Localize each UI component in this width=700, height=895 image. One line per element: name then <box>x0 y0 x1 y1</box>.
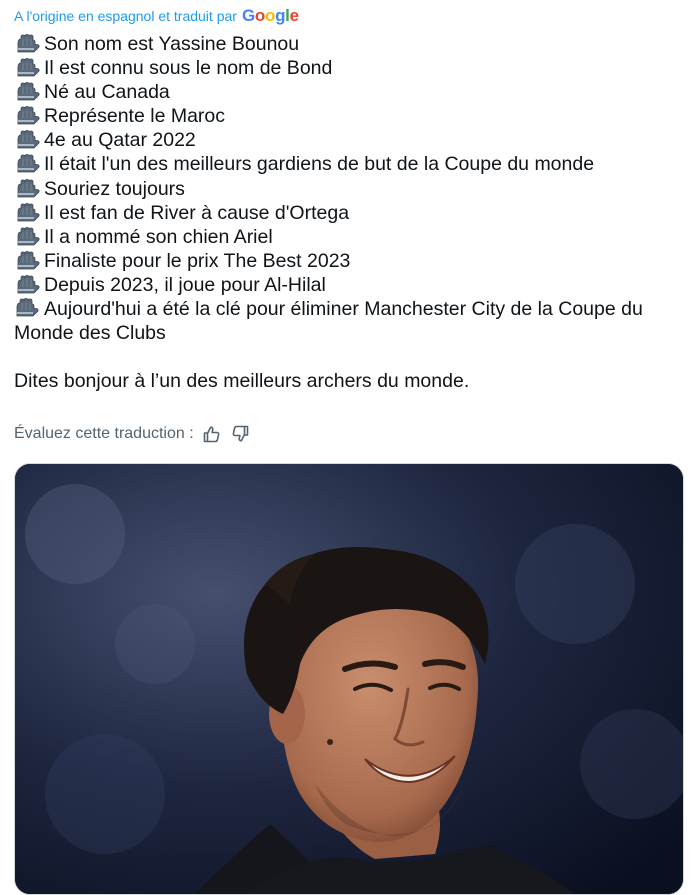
list-item-text: Représente le Maroc <box>44 105 226 128</box>
player-portrait-image <box>15 464 683 894</box>
goalkeeper-glove-icon <box>14 104 44 128</box>
list-item-text: Né au Canada <box>44 81 170 104</box>
list-item-text: Son nom est Yassine Bounou <box>44 33 300 55</box>
list-item: Il est connu sous le nom de Bond <box>14 56 690 80</box>
list-item-text: Aujourd'hui a été la clé pour éliminer M… <box>14 298 643 345</box>
list-item: Il est fan de River à cause d'Ortega <box>14 201 690 225</box>
list-item: Il était l'un des meilleurs gardiens de … <box>14 152 690 176</box>
list-item-text: Finaliste pour le prix The Best 2023 <box>44 249 351 272</box>
goalkeeper-glove-icon <box>14 249 44 273</box>
tweet-outro: Dites bonjour à l’un des meilleurs arche… <box>14 370 470 393</box>
list-item-text: Il a nommé son chien Ariel <box>44 225 273 248</box>
list-item: 4e au Qatar 2022 <box>14 128 690 152</box>
list-item: Il a nommé son chien Ariel <box>14 225 690 249</box>
tweet-text: Son nom est Yassine Bounou Il est connu … <box>14 32 690 393</box>
list-item-text: Depuis 2023, il joue pour Al-Hilal <box>44 273 326 296</box>
goalkeeper-glove-icon <box>14 80 44 104</box>
rating-label: Évaluez cette traduction : <box>14 425 194 442</box>
thumbs-down-icon[interactable] <box>230 424 250 444</box>
thumbs-up-icon[interactable] <box>202 424 222 444</box>
list-item: Son nom est Yassine Bounou <box>14 32 690 56</box>
list-item-text: Il était l'un des meilleurs gardiens de … <box>44 153 595 176</box>
translation-label: A l'origine en espagnol et traduit par <box>14 7 237 24</box>
list-item: Né au Canada <box>14 80 690 104</box>
goalkeeper-glove-icon <box>14 225 44 249</box>
list-item-text: Il est connu sous le nom de Bond <box>44 57 333 80</box>
list-item-text: 4e au Qatar 2022 <box>44 129 196 152</box>
goalkeeper-glove-icon <box>14 128 44 152</box>
goalkeeper-glove-icon <box>14 152 44 176</box>
goalkeeper-glove-icon <box>14 273 44 297</box>
goalkeeper-glove-icon <box>14 177 44 201</box>
list-item-text: Il est fan de River à cause d'Ortega <box>44 201 350 224</box>
tweet-photo[interactable] <box>14 463 684 895</box>
list-item-text: Souriez toujours <box>44 177 185 200</box>
goalkeeper-glove-icon <box>14 56 44 80</box>
google-logo: Google <box>241 6 299 25</box>
list-item: Représente le Maroc <box>14 104 690 128</box>
list-item: Aujourd'hui a été la clé pour éliminer M… <box>14 297 690 345</box>
list-item: Depuis 2023, il joue pour Al-Hilal <box>14 273 690 297</box>
goalkeeper-glove-icon <box>14 298 40 318</box>
goalkeeper-glove-icon <box>14 201 44 225</box>
list-item: Finaliste pour le prix The Best 2023 <box>14 249 690 273</box>
translation-notice[interactable]: A l'origine en espagnol et traduit par G… <box>14 7 299 24</box>
goalkeeper-glove-icon <box>14 32 44 56</box>
translation-rating: Évaluez cette traduction : <box>14 424 250 444</box>
list-item: Souriez toujours <box>14 177 690 201</box>
